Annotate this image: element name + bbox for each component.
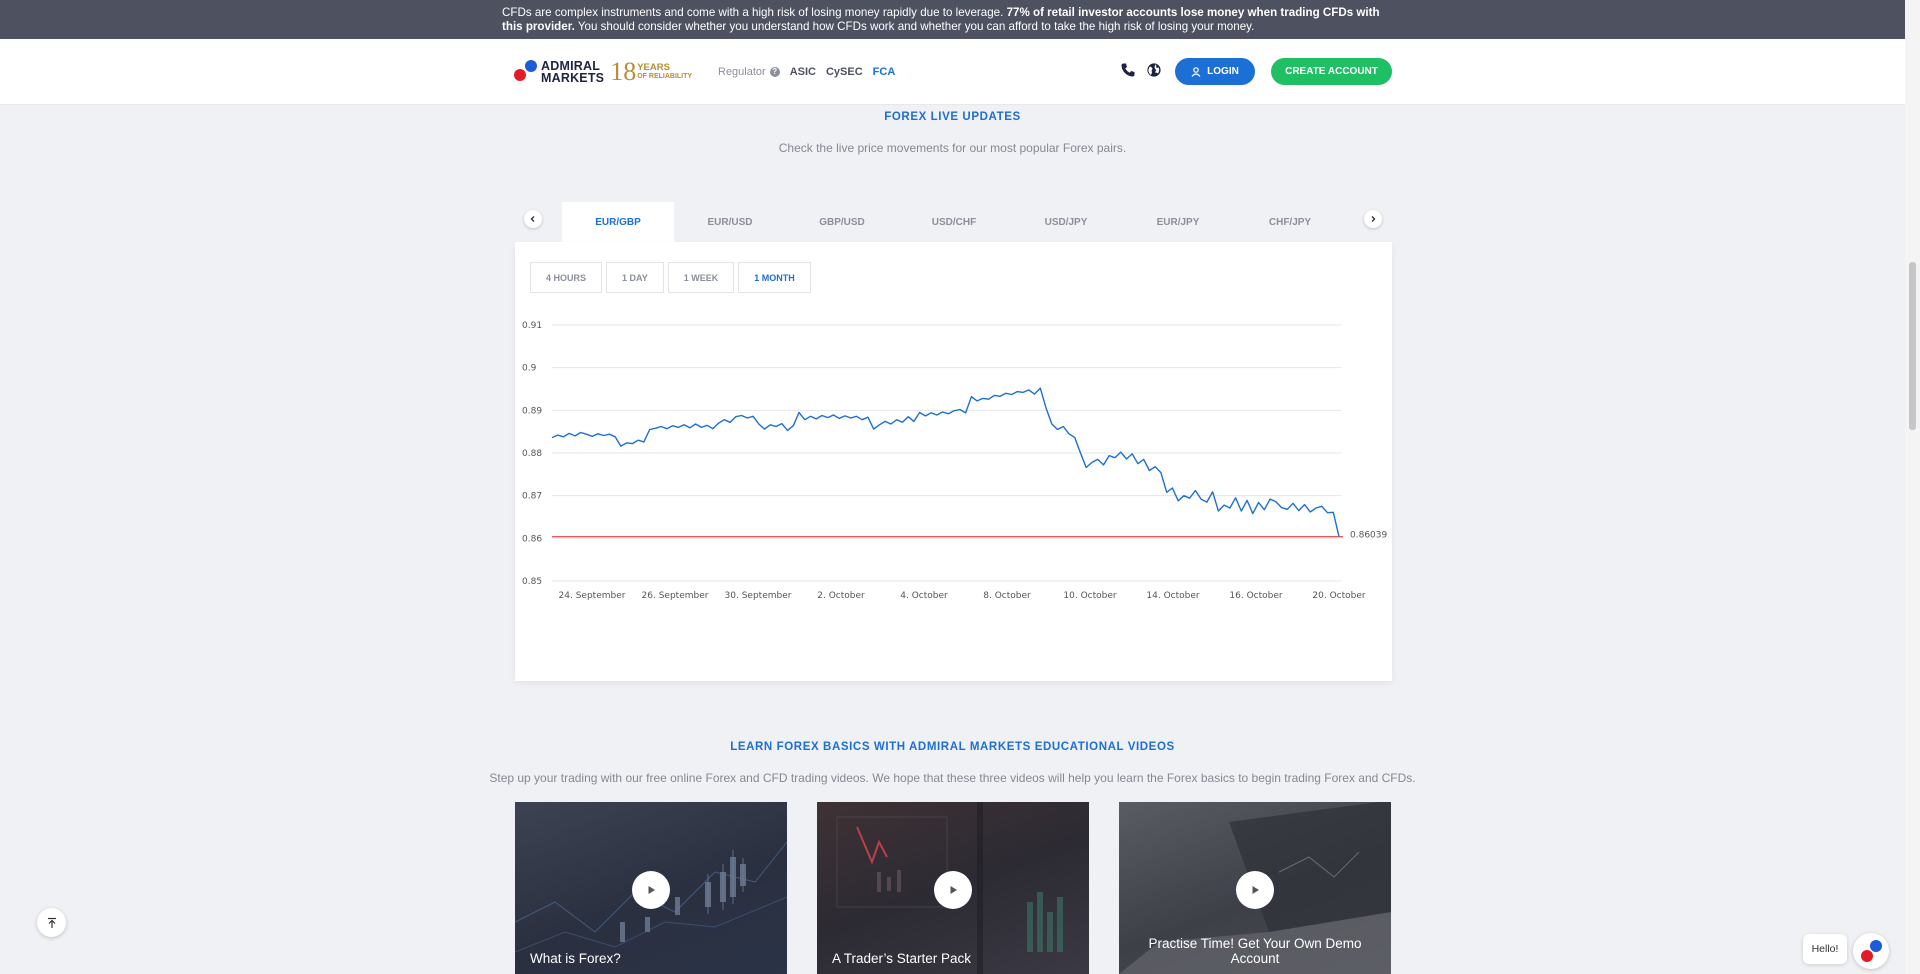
education-section-title: LEARN FOREX BASICS WITH ADMIRAL MARKETS … (730, 741, 1175, 753)
globe-icon[interactable] (1146, 62, 1162, 78)
y-tick-label: 0.87 (522, 492, 542, 502)
video-card-starter-pack[interactable]: A Trader’s Starter Pack (817, 802, 1089, 974)
x-tick-label: 2. October (817, 591, 865, 601)
y-tick-label: 0.85 (522, 577, 542, 587)
x-tick-label: 26. September (642, 591, 709, 601)
video-title: What is Forex? (530, 951, 621, 966)
price-line-chart: 0.91 0.9 0.89 0.88 0.87 0.86 0.85 24. September… (522, 321, 1387, 601)
x-tick-label: 10. October (1063, 591, 1116, 601)
tab-usd-chf[interactable]: USD/CHF (898, 202, 1010, 242)
y-tick-label: 0.86 (522, 534, 542, 544)
x-tick-label: 24. September (559, 591, 626, 601)
regulator-selector: Regulator ? ASIC CySEC FCA (718, 66, 895, 78)
forex-section-title: FOREX LIVE UPDATES (884, 111, 1021, 123)
regulator-cysec[interactable]: CySEC (826, 66, 863, 78)
chevron-left-icon (530, 216, 535, 222)
tab-chf-jpy[interactable]: CHF/JPY (1234, 202, 1346, 242)
education-section-subtitle: Step up your trading with our free onlin… (489, 771, 1416, 785)
y-tick-label: 0.9 (522, 364, 537, 374)
current-price-label: 0.86039 (1350, 531, 1387, 541)
arrow-up-icon (47, 917, 56, 928)
play-button[interactable] (632, 871, 670, 909)
tabs-next-button[interactable] (1364, 210, 1382, 228)
tabs-prev-button[interactable] (524, 210, 542, 228)
logo-wordmark: ADMIRAL MARKETS (541, 59, 605, 85)
help-icon[interactable]: ? (769, 67, 780, 77)
x-tick-label: 16. October (1229, 591, 1282, 601)
play-icon (950, 886, 957, 894)
chat-greeting-bubble[interactable]: Hello! (1803, 934, 1847, 964)
x-tick-label: 30. September (725, 591, 792, 601)
chat-widget-button[interactable] (1853, 933, 1889, 969)
tab-eur-usd[interactable]: EUR/USD (674, 202, 786, 242)
page-scrollbar[interactable] (1905, 0, 1920, 974)
y-tick-label: 0.88 (522, 449, 542, 459)
video-card-what-is-forex[interactable]: What is Forex? (515, 802, 787, 974)
scrollbar-thumb[interactable] (1909, 262, 1916, 430)
site-header: ADMIRAL MARKETS 18 YEARS OF RELIABILITY R… (0, 39, 1905, 105)
regulator-asic[interactable]: ASIC (790, 66, 816, 78)
risk-warning-text: CFDs are complex instruments and come wi… (502, 6, 1380, 33)
tab-usd-jpy[interactable]: USD/JPY (1010, 202, 1122, 242)
price-chart-panel: 4 HOURS 1 DAY 1 WEEK 1 MONTH 0.91 0.9 0.89… (515, 242, 1392, 681)
play-button[interactable] (934, 871, 972, 909)
play-button[interactable] (1236, 871, 1274, 909)
tab-eur-jpy[interactable]: EUR/JPY (1122, 202, 1234, 242)
phone-icon[interactable] (1120, 62, 1136, 78)
scroll-to-top-button[interactable] (37, 908, 66, 937)
user-icon (1191, 66, 1201, 77)
play-icon (1252, 886, 1259, 894)
create-account-button[interactable]: CREATE ACCOUNT (1271, 58, 1392, 85)
x-tick-label: 20. October (1312, 591, 1365, 601)
y-tick-label: 0.91 (522, 321, 542, 331)
logo-mark-icon (514, 59, 538, 85)
x-tick-label: 14. October (1146, 591, 1199, 601)
regulator-fca[interactable]: FCA (873, 66, 896, 78)
admiral-markets-logo[interactable]: ADMIRAL MARKETS 18 YEARS OF RELIABILITY (514, 59, 692, 85)
x-tick-label: 8. October (983, 591, 1031, 601)
years-badge: 18 YEARS OF RELIABILITY (610, 57, 693, 86)
regulator-label: Regulator (718, 66, 766, 78)
video-list: What is Forex? A Trader’s Starter Pack P… (515, 802, 1392, 974)
currency-pair-tabs: EUR/GBP EUR/USD GBP/USD USD/CHF USD/JPY … (562, 202, 1346, 242)
y-tick-label: 0.89 (522, 406, 542, 416)
video-title: A Trader’s Starter Pack (832, 951, 972, 966)
forex-section-subtitle: Check the live price movements for our m… (778, 141, 1127, 155)
video-card-demo-account[interactable]: Practise Time! Get Your Own Demo Account (1119, 802, 1391, 974)
tab-gbp-usd[interactable]: GBP/USD (786, 202, 898, 242)
video-title: Practise Time! Get Your Own Demo Account (1148, 936, 1362, 966)
login-button[interactable]: LOGIN (1175, 58, 1255, 85)
x-tick-label: 4. October (900, 591, 948, 601)
play-icon (648, 886, 655, 894)
tab-eur-gbp[interactable]: EUR/GBP (562, 202, 674, 242)
risk-warning-banner: CFDs are complex instruments and come wi… (0, 0, 1905, 39)
chevron-right-icon (1371, 216, 1376, 222)
